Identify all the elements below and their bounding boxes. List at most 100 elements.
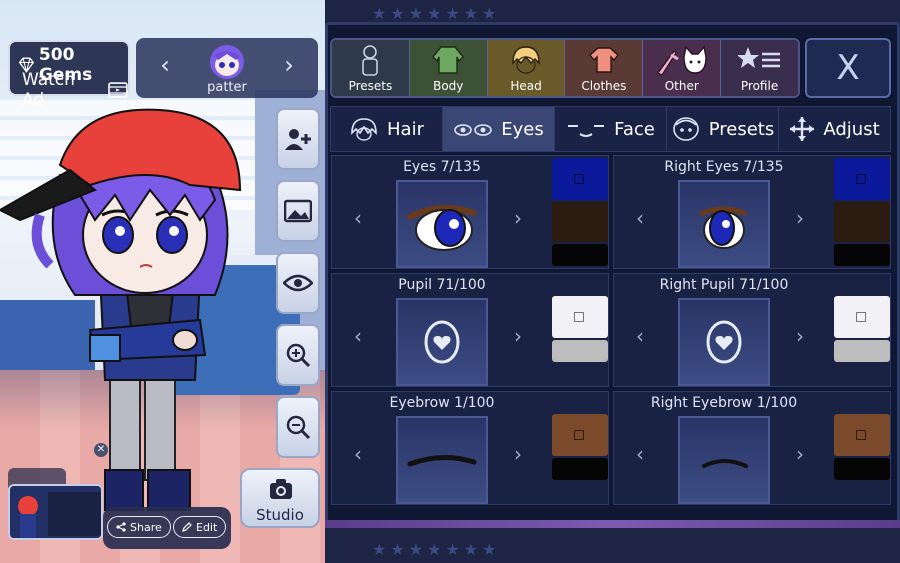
- watch-ad-row[interactable]: Watch Ad: [22, 70, 128, 110]
- swatch-marker: [856, 174, 866, 184]
- share-label: Share: [130, 520, 162, 534]
- color-swatch[interactable]: [552, 296, 608, 338]
- character-scene: 500 Gems Watch Ad ‹ › patter Studio ✕ Sh…: [0, 0, 325, 563]
- right-pupil-card: Right Pupil 71/100 ‹ ›: [613, 273, 891, 387]
- presets-icon: [362, 45, 379, 76]
- zoom-out-button[interactable]: [276, 396, 320, 458]
- decor-stars-bottom: ★★★★★★★: [372, 540, 501, 559]
- eye-preview-art: [699, 206, 748, 249]
- visibility-button[interactable]: [276, 252, 320, 314]
- tab-other[interactable]: Other: [643, 40, 722, 96]
- tab-head[interactable]: Head: [487, 40, 566, 96]
- close-thumbnail-icon[interactable]: ✕: [94, 443, 108, 457]
- share-button[interactable]: Share: [107, 516, 171, 538]
- background-image-icon: [284, 199, 312, 223]
- close-button[interactable]: X: [805, 38, 891, 98]
- chevron-right-icon[interactable]: ›: [506, 324, 530, 348]
- add-character-button[interactable]: [276, 108, 320, 170]
- tab-other-label: Other: [664, 79, 699, 93]
- film-icon: [108, 82, 128, 98]
- move-arrows-icon: [790, 117, 815, 141]
- subtab-adjust-label: Adjust: [823, 118, 880, 140]
- character-name: patter: [207, 80, 247, 95]
- tab-body-label: Body: [433, 79, 464, 93]
- pupil-preview[interactable]: [396, 298, 488, 386]
- tab-profile-label: Profile: [740, 79, 779, 93]
- share-edit-bar: Share Edit: [103, 507, 231, 549]
- screenshot-thumbnail[interactable]: [8, 484, 103, 540]
- studio-button[interactable]: Studio: [240, 468, 320, 528]
- color-swatch[interactable]: [834, 414, 890, 456]
- color-swatch[interactable]: [552, 458, 608, 480]
- color-swatch[interactable]: [834, 340, 890, 362]
- card-title: Eyes 7/135: [403, 159, 481, 175]
- card-title: Right Eyebrow 1/100: [650, 395, 798, 411]
- swatch-marker: [574, 174, 584, 184]
- gems-watch-ad-widget[interactable]: 500 Gems Watch Ad: [8, 40, 130, 110]
- subtab-adjust[interactable]: Adjust: [779, 107, 890, 151]
- color-swatch[interactable]: [834, 458, 890, 480]
- background-button[interactable]: [276, 180, 320, 242]
- heart-pupil-icon: [706, 320, 742, 364]
- subtab-face[interactable]: Face: [555, 107, 667, 151]
- chevron-right-icon[interactable]: ›: [506, 206, 530, 230]
- character-avatar[interactable]: [0, 95, 260, 515]
- chevron-left-icon[interactable]: ‹: [346, 206, 370, 230]
- chevron-left-icon[interactable]: ‹: [628, 324, 652, 348]
- subtab-hair-label: Hair: [387, 118, 424, 140]
- subtab-face-label: Face: [614, 118, 655, 140]
- edit-label: Edit: [196, 520, 218, 534]
- zoom-out-icon: [286, 415, 311, 440]
- color-swatch[interactable]: [552, 202, 608, 242]
- zoom-in-icon: [286, 343, 311, 368]
- chevron-right-icon[interactable]: ›: [506, 442, 530, 466]
- subtab-eyes[interactable]: Eyes: [443, 107, 555, 151]
- pencil-icon: [182, 522, 192, 532]
- eyebrow-preview[interactable]: [396, 416, 488, 504]
- eyes-card: Eyes 7/135 ‹ ›: [331, 155, 609, 269]
- sub-tabs: Hair Eyes Face Presets Adjust: [330, 106, 891, 152]
- tab-presets[interactable]: Presets: [332, 40, 410, 96]
- color-swatch[interactable]: [552, 414, 608, 456]
- chevron-left-icon[interactable]: ‹: [628, 442, 652, 466]
- chevron-right-icon[interactable]: ›: [788, 324, 812, 348]
- tab-presets-label: Presets: [348, 79, 393, 93]
- character-thumbnail[interactable]: [206, 42, 248, 80]
- subtab-presets[interactable]: Presets: [667, 107, 779, 151]
- thumbnail-image: [10, 486, 101, 538]
- add-character-icon: [285, 129, 311, 150]
- right-eyes-preview[interactable]: [678, 180, 770, 268]
- eye-icon: [283, 274, 313, 292]
- chevron-left-icon[interactable]: ‹: [346, 442, 370, 466]
- chevron-right-icon[interactable]: ›: [276, 52, 302, 78]
- right-pupil-preview[interactable]: [678, 298, 770, 386]
- tab-body[interactable]: Body: [409, 40, 488, 96]
- eyes-preview[interactable]: [396, 180, 488, 268]
- subtab-hair[interactable]: Hair: [331, 107, 443, 151]
- chevron-left-icon[interactable]: ‹: [152, 52, 178, 78]
- hair-icon: [351, 118, 377, 141]
- right-eyebrow-card: Right Eyebrow 1/100 ‹ ›: [613, 391, 891, 505]
- color-swatch[interactable]: [552, 244, 608, 266]
- tab-profile[interactable]: Profile: [721, 40, 798, 96]
- color-swatch[interactable]: [834, 202, 890, 242]
- color-swatch[interactable]: [552, 158, 608, 200]
- color-swatch[interactable]: [834, 244, 890, 266]
- eye-preview-art: [406, 204, 478, 251]
- tab-clothes[interactable]: Clothes: [565, 40, 644, 96]
- chevron-left-icon[interactable]: ‹: [628, 206, 652, 230]
- chevron-right-icon[interactable]: ›: [788, 442, 812, 466]
- head-hair-icon: [512, 46, 540, 74]
- panel-bottom-bar: [325, 520, 900, 528]
- right-eyes-card: Right Eyes 7/135 ‹ ›: [613, 155, 891, 269]
- color-swatch[interactable]: [834, 158, 890, 200]
- tab-clothes-label: Clothes: [581, 79, 627, 93]
- eyebrow-card: Eyebrow 1/100 ‹ ›: [331, 391, 609, 505]
- color-swatch[interactable]: [552, 340, 608, 362]
- edit-button[interactable]: Edit: [173, 516, 227, 538]
- right-eyebrow-preview[interactable]: [678, 416, 770, 504]
- chevron-right-icon[interactable]: ›: [788, 206, 812, 230]
- chevron-left-icon[interactable]: ‹: [346, 324, 370, 348]
- color-swatch[interactable]: [834, 296, 890, 338]
- zoom-in-button[interactable]: [276, 324, 320, 386]
